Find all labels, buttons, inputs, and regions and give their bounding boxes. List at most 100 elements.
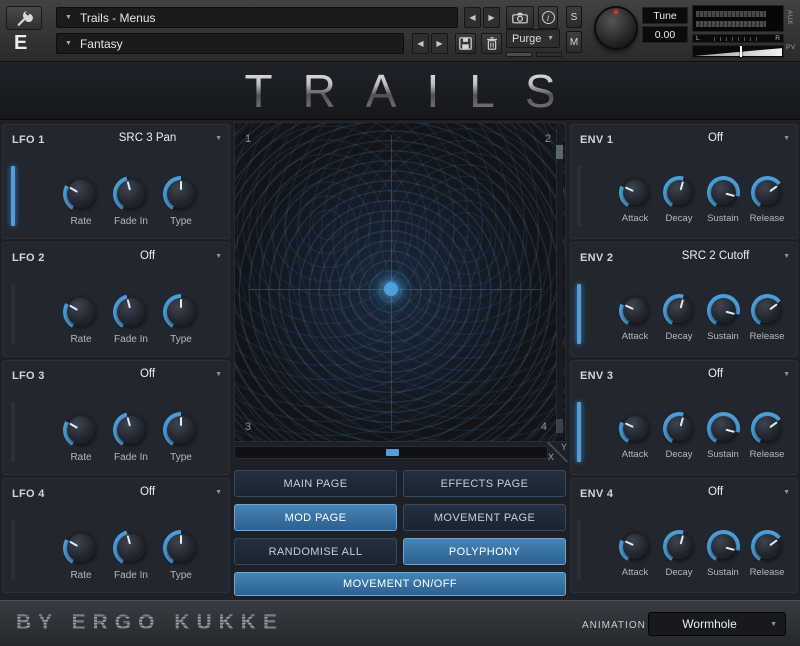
mute-button[interactable]: M [566, 31, 582, 53]
randomise-all-button[interactable]: RANDOMISE ALL [234, 538, 397, 565]
mod-page-button[interactable]: MOD PAGE [234, 504, 397, 531]
instrument-logo: TRAILS [244, 64, 585, 118]
panel-title: ENV 3 [580, 370, 613, 382]
knob-row: RateFade InType [58, 412, 204, 463]
type-knob[interactable]: Type [158, 412, 204, 463]
sustain-knob[interactable]: Sustain [702, 176, 744, 224]
next-preset-button[interactable]: ▶ [431, 33, 448, 54]
knob-cap [711, 534, 736, 559]
movement-page-button[interactable]: MOVEMENT PAGE [403, 504, 566, 531]
aux-label[interactable]: AUX [786, 10, 793, 25]
rate-knob[interactable]: Rate [58, 176, 104, 227]
volume-slider[interactable] [692, 45, 784, 58]
knob-label: Attack [622, 449, 648, 460]
fade-in-dial [113, 176, 149, 212]
knob-cap [167, 180, 195, 208]
mod-target-dropdown[interactable]: Off▼ [80, 250, 222, 262]
mod-target-dropdown[interactable]: SRC 2 Cutoff▼ [648, 250, 790, 262]
snapshot-camera-button[interactable] [506, 6, 534, 29]
decay-knob[interactable]: Decay [658, 294, 700, 342]
mod-level-indicator [577, 520, 581, 580]
knob-cap [755, 298, 780, 323]
mod-target-dropdown[interactable]: Off▼ [80, 486, 222, 498]
attack-knob[interactable]: Attack [614, 530, 656, 578]
knob-row: Attack DecaySustainRelease [614, 412, 788, 460]
knob-row: RateFade InType [58, 530, 204, 581]
knob-row: AttackDecaySustain Release [614, 294, 788, 342]
author-credit: By Ergo Kukke [16, 611, 284, 635]
main-page-button[interactable]: MAIN PAGE [234, 470, 397, 497]
rate-knob[interactable]: Rate [58, 530, 104, 581]
fade-in-knob[interactable]: Fade In [108, 412, 154, 463]
rate-knob[interactable]: Rate [58, 294, 104, 345]
prev-instrument-button[interactable]: ◀ [464, 7, 481, 28]
movement-on-off-button[interactable]: MOVEMENT ON/OFF [234, 572, 566, 596]
knob-label: Attack [622, 213, 648, 224]
rate-knob[interactable]: Rate [58, 412, 104, 463]
axis-labels: Y X [547, 442, 568, 462]
purge-dropdown[interactable]: Purge ▼ [506, 29, 560, 48]
preset-menu-dropdown[interactable]: ▼ Fantasy [56, 33, 404, 54]
x-axis-slider[interactable] [234, 446, 548, 459]
attack-knob[interactable]: Attack [614, 176, 656, 224]
release-knob[interactable]: Release [746, 530, 788, 578]
save-snapshot-button[interactable] [455, 33, 476, 54]
knob-pointer [167, 180, 195, 208]
release-knob[interactable]: Release [746, 176, 788, 224]
info-button[interactable]: i [538, 6, 558, 29]
decay-knob[interactable]: Decay [658, 412, 700, 460]
attack-knob[interactable]: Attack [614, 294, 656, 342]
host-header: E ▼ Trails - Menus ◀ ▶ i ▼ Fantasy ◀ ▶ [0, 0, 800, 62]
release-knob[interactable]: Release [746, 412, 788, 460]
instrument-letter: E [14, 32, 27, 55]
fade-in-knob[interactable]: Fade In [108, 530, 154, 581]
y-axis-slider[interactable] [556, 127, 563, 437]
instrument-menu-dropdown[interactable]: ▼ Trails - Menus [56, 7, 458, 28]
xy-cursor-dot[interactable] [384, 282, 398, 296]
pan-slider[interactable]: L R [692, 34, 784, 43]
solo-button[interactable]: S [566, 6, 582, 28]
fade-in-knob[interactable]: Fade In [108, 294, 154, 345]
prev-preset-button[interactable]: ◀ [412, 33, 429, 54]
attack-dial [619, 294, 652, 327]
next-instrument-button[interactable]: ▶ [483, 7, 500, 28]
release-dial [751, 176, 784, 209]
chevron-down-icon: ▼ [215, 253, 222, 260]
type-knob[interactable]: Type [158, 294, 204, 345]
chevron-down-icon: ▼ [547, 35, 554, 42]
xy-pad[interactable]: 1 2 3 4 [234, 122, 566, 442]
lfo-4-panel: LFO 4Off▼RateFade InType [2, 478, 230, 593]
polyphony-button[interactable]: POLYPHONY [403, 538, 566, 565]
attack-knob[interactable]: Attack [614, 412, 656, 460]
type-knob[interactable]: Type [158, 176, 204, 227]
tune-knob[interactable] [594, 6, 638, 50]
wrench-icon[interactable] [6, 6, 42, 30]
y-axis-label: Y [561, 442, 567, 452]
type-knob[interactable]: Type [158, 530, 204, 581]
tune-knob-indicator [614, 10, 618, 14]
fade-in-knob[interactable]: Fade In [108, 176, 154, 227]
y-slider-handle[interactable] [556, 145, 563, 159]
knob-label: Release [750, 331, 785, 342]
purge-label: Purge [512, 33, 541, 45]
mod-target-dropdown[interactable]: Off▼ [648, 486, 790, 498]
knob-cap [623, 534, 648, 559]
sustain-knob[interactable]: Sustain [702, 294, 744, 342]
x-slider-handle[interactable] [386, 449, 399, 456]
delete-snapshot-button[interactable] [481, 33, 502, 54]
release-knob[interactable]: Release [746, 294, 788, 342]
decay-knob[interactable]: Decay [658, 176, 700, 224]
mod-target-dropdown[interactable]: Off▼ [648, 368, 790, 380]
volume-handle[interactable] [740, 46, 742, 57]
mod-target-dropdown[interactable]: SRC 3 Pan▼ [80, 132, 222, 144]
decay-knob[interactable]: Decay [658, 530, 700, 578]
mod-target-dropdown[interactable]: Off▼ [648, 132, 790, 144]
sustain-knob[interactable]: Sustain [702, 530, 744, 578]
mod-target-dropdown[interactable]: Off▼ [80, 368, 222, 380]
pv-label[interactable]: PV [786, 44, 796, 51]
knob-label: Decay [666, 213, 693, 224]
animation-dropdown[interactable]: Wormhole ▼ [648, 612, 786, 636]
effects-page-button[interactable]: EFFECTS PAGE [403, 470, 566, 497]
sustain-knob[interactable]: Sustain [702, 412, 744, 460]
tune-value[interactable]: 0.00 [642, 26, 688, 43]
